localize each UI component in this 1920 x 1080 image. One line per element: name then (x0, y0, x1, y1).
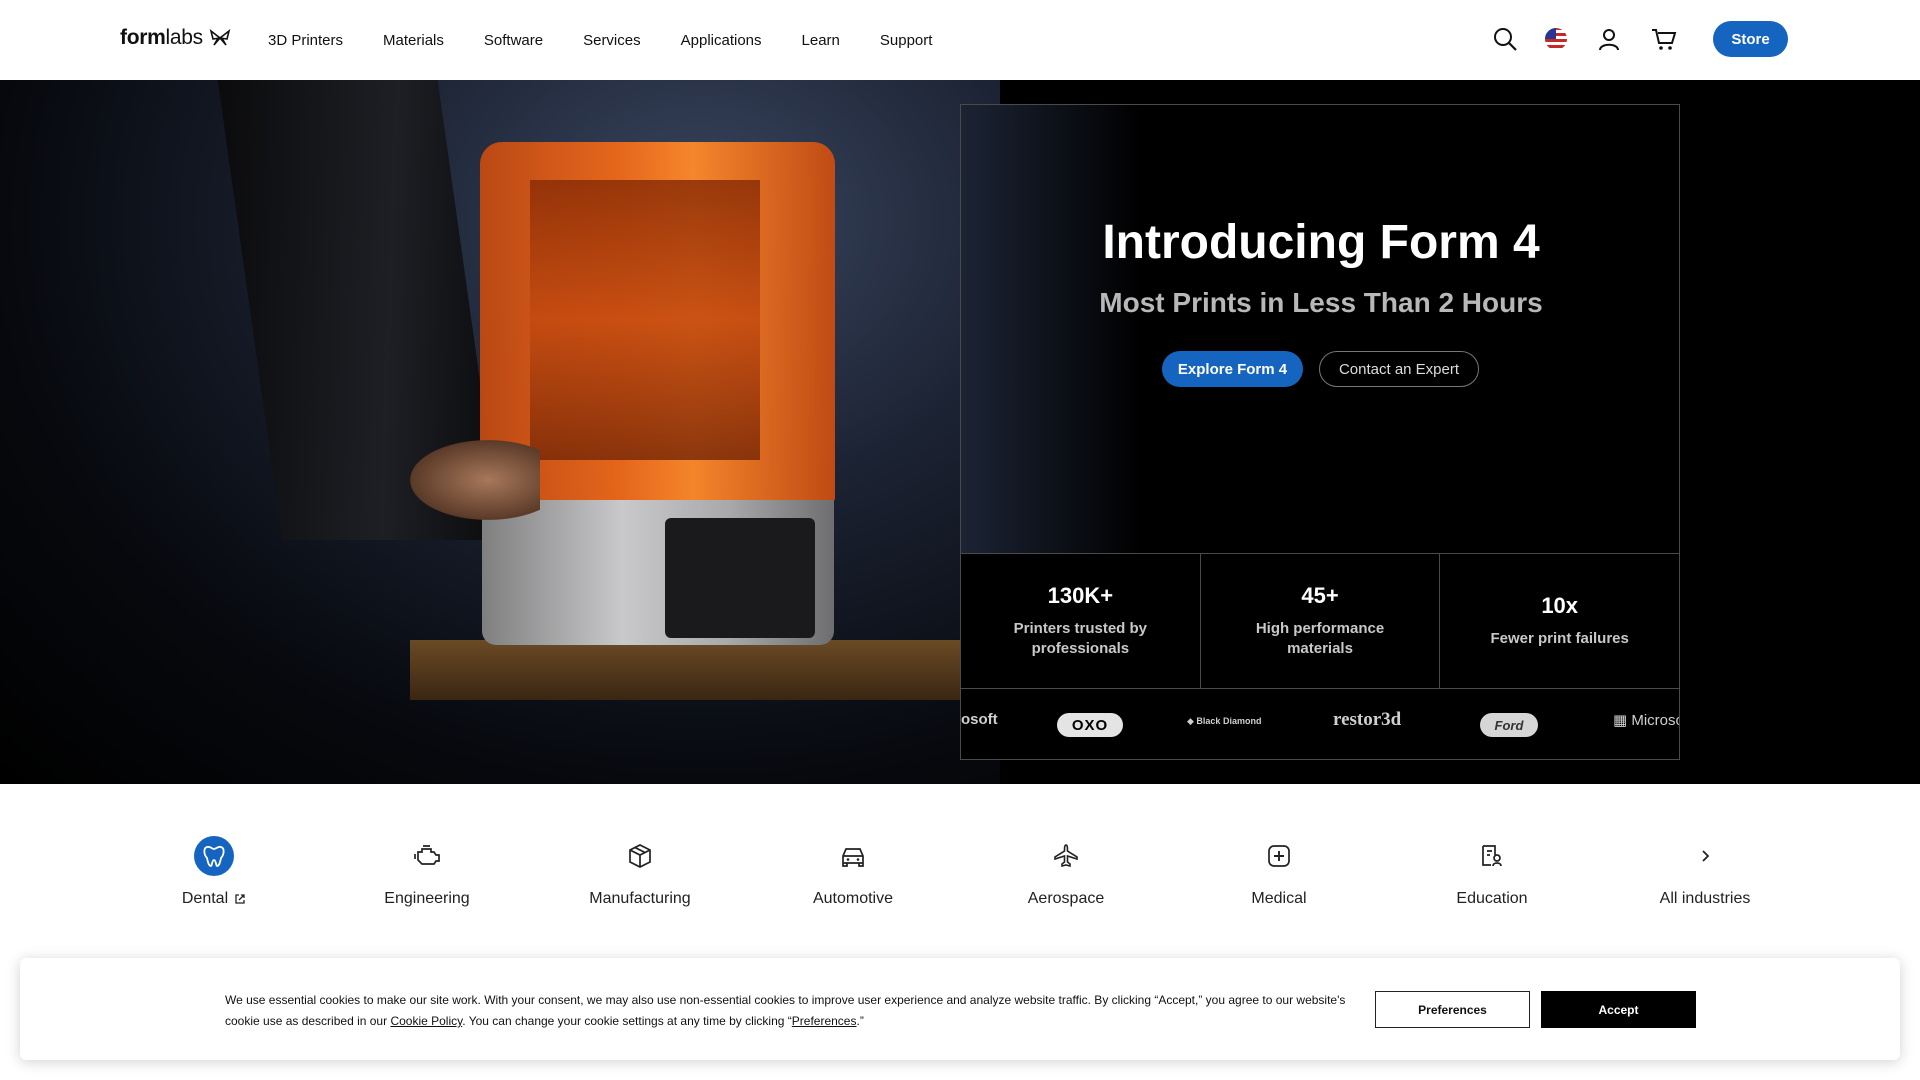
industries-row: Dental Engineering Manufacturing Automot… (0, 784, 1920, 964)
butterfly-logo-icon (209, 29, 231, 46)
external-link-icon (235, 894, 245, 904)
medical-cross-icon (1259, 836, 1299, 876)
microsoft-logo-partial: osoft (961, 711, 998, 728)
restor3d-logo: restor3d (1333, 709, 1402, 730)
education-icon (1472, 836, 1512, 876)
stat-failures: 10x Fewer print failures (1490, 593, 1629, 647)
hero-panel: Introducing Form 4 Most Prints in Less T… (960, 104, 1680, 760)
site-header: form labs 3D Printers Materials Software … (0, 0, 1920, 80)
industry-education[interactable]: Education (1392, 836, 1592, 908)
tooth-icon (194, 836, 234, 876)
nav-learn[interactable]: Learn (802, 32, 840, 49)
search-icon[interactable] (1490, 24, 1520, 54)
hand (410, 440, 540, 520)
chevron-right-icon (1685, 836, 1725, 876)
nav-services[interactable]: Services (583, 32, 641, 49)
industry-manufacturing[interactable]: Manufacturing (540, 836, 740, 908)
nav-materials[interactable]: Materials (383, 32, 444, 49)
us-flag-icon[interactable] (1541, 24, 1571, 54)
accept-button[interactable]: Accept (1541, 991, 1696, 1028)
nav-applications[interactable]: Applications (681, 32, 762, 49)
customer-logos: osoft OXO ◆ Black Diamond restor3d Ford … (961, 689, 1679, 760)
ford-logo: Ford (1480, 713, 1538, 737)
stat-printers: 130K+ Printers trusted by professionals (961, 554, 1201, 688)
industry-aerospace[interactable]: Aerospace (966, 836, 1166, 908)
store-button[interactable]: Store (1713, 21, 1788, 57)
cookie-banner: We use essential cookies to make our sit… (20, 958, 1900, 1060)
explore-form4-button[interactable]: Explore Form 4 (1162, 351, 1303, 387)
form4-printer-photo (0, 80, 1000, 784)
preferences-link[interactable]: Preferences (792, 1014, 857, 1028)
cookie-message: We use essential cookies to make our sit… (225, 993, 1346, 1028)
stats-row: 130K+ Printers trusted by professionals … (961, 553, 1679, 689)
nav-3d-printers[interactable]: 3D Printers (268, 32, 343, 49)
airplane-icon (1046, 836, 1086, 876)
box-icon (620, 836, 660, 876)
nav-software[interactable]: Software (484, 32, 543, 49)
industry-all[interactable]: All industries (1605, 836, 1805, 908)
cart-icon[interactable] (1649, 24, 1679, 54)
cookie-policy-link[interactable]: Cookie Policy (390, 1014, 462, 1028)
printer-touchscreen (665, 518, 815, 638)
workbench (410, 640, 990, 700)
main-nav: 3D Printers Materials Software Services … (268, 0, 932, 80)
printer-interior (530, 180, 760, 460)
engine-icon (407, 836, 447, 876)
stat-materials: 45+ High performance materials (1201, 554, 1441, 688)
formlabs-logo[interactable]: form labs (120, 26, 231, 50)
black-diamond-logo: ◆ Black Diamond (1187, 716, 1262, 726)
car-icon (833, 836, 873, 876)
preferences-button[interactable]: Preferences (1375, 991, 1530, 1028)
industry-medical[interactable]: Medical (1179, 836, 1379, 908)
hero-section: Introducing Form 4 Most Prints in Less T… (0, 80, 1920, 784)
hero-subtitle: Most Prints in Less Than 2 Hours (1099, 287, 1543, 318)
user-icon[interactable] (1594, 24, 1624, 54)
hero-title: Introducing Form 4 (1102, 216, 1540, 269)
microsoft-logo: ▦ Microso (1613, 712, 1679, 729)
industry-dental[interactable]: Dental (114, 836, 314, 908)
contact-expert-button[interactable]: Contact an Expert (1319, 351, 1479, 387)
industry-engineering[interactable]: Engineering (327, 836, 527, 908)
nav-support[interactable]: Support (880, 32, 933, 49)
industry-automotive[interactable]: Automotive (753, 836, 953, 908)
oxo-logo: OXO (1057, 713, 1123, 737)
